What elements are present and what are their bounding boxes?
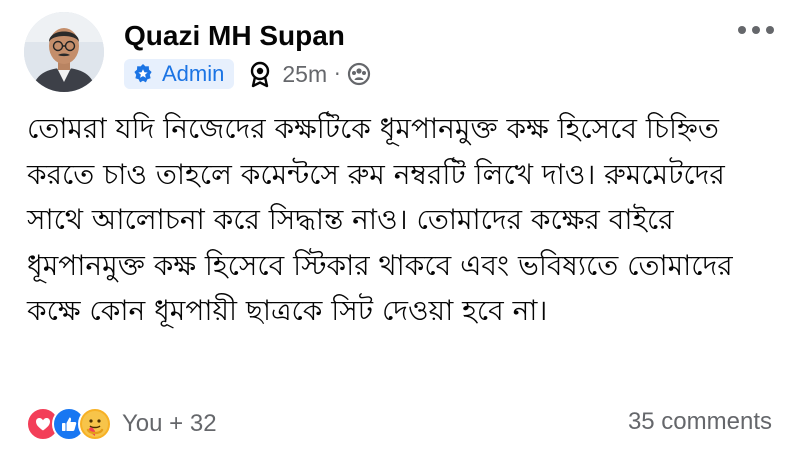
group-privacy-icon[interactable] bbox=[347, 62, 371, 86]
profile-photo-icon bbox=[24, 12, 104, 92]
reaction-icons bbox=[26, 407, 112, 441]
more-dots-icon bbox=[738, 26, 774, 34]
post-body-text: তোমরা যদি নিজেদের কক্ষটিকে ধূমপানমুক্ত ক… bbox=[27, 112, 742, 327]
admin-shield-icon bbox=[134, 64, 152, 83]
admin-badge-label: Admin bbox=[162, 61, 225, 86]
meta-separator: · bbox=[334, 62, 341, 86]
comments-count-link[interactable]: 35 comments bbox=[628, 408, 772, 436]
admin-badge[interactable]: Admin bbox=[124, 59, 235, 89]
more-options-button[interactable] bbox=[734, 16, 778, 44]
author-avatar[interactable] bbox=[24, 12, 104, 92]
care-reaction-icon bbox=[78, 407, 112, 441]
post-card: Quazi MH Supan Admin 25m · তোমরা যদি নিজ… bbox=[0, 0, 800, 450]
top-contributor-icon[interactable] bbox=[246, 60, 274, 88]
post-meta: Admin 25m · bbox=[124, 58, 371, 90]
post-timestamp[interactable]: 25m bbox=[282, 61, 327, 88]
reactions-label: You + 32 bbox=[122, 410, 217, 437]
reactions-summary[interactable]: You + 32 bbox=[26, 404, 217, 444]
author-name[interactable]: Quazi MH Supan bbox=[124, 18, 345, 54]
